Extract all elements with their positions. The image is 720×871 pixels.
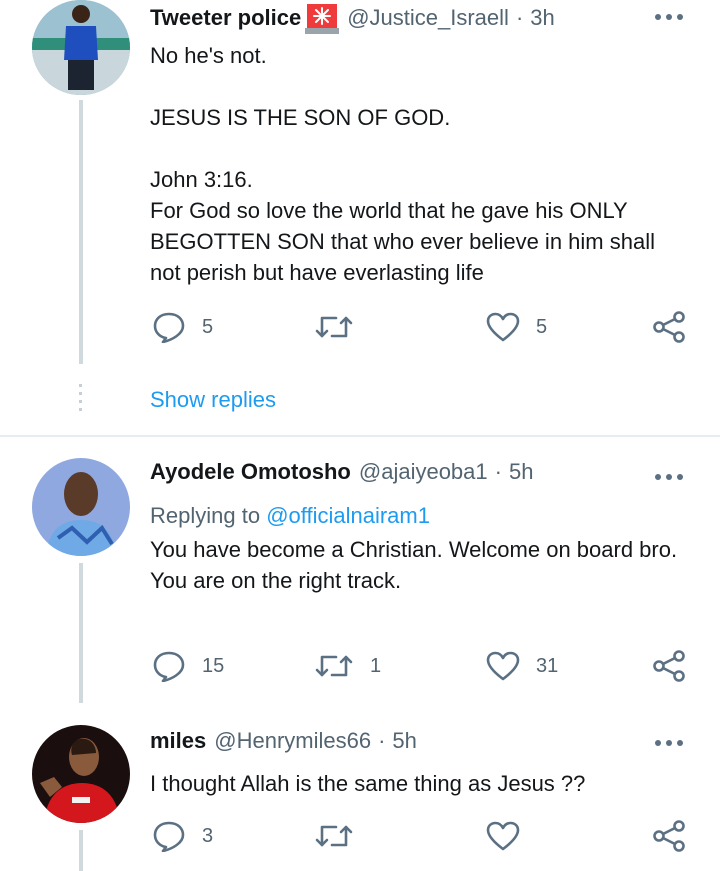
retweet-count: 1 — [370, 654, 382, 677]
tweet-time[interactable]: 3h — [530, 5, 554, 31]
avatar[interactable] — [32, 0, 130, 95]
reply-button[interactable]: 3 — [152, 820, 213, 852]
reply-count: 15 — [202, 654, 225, 677]
tweet-time[interactable]: 5h — [392, 728, 416, 754]
share-icon — [653, 650, 685, 682]
divider — [0, 435, 720, 437]
avatar[interactable] — [32, 725, 130, 823]
tweet-text: No he's not. JESUS IS THE SON OF GOD. Jo… — [150, 43, 655, 285]
tweet-header: Ayodele Omotosho @ajaiyeoba1 · 5h — [150, 459, 533, 485]
rotating-light-icon — [305, 4, 340, 34]
tweet-text: You have become a Christian. Welcome on … — [150, 537, 678, 593]
reply-icon — [153, 651, 185, 682]
avatar[interactable] — [32, 458, 130, 556]
retweet-button[interactable] — [314, 821, 370, 851]
separator-dot: · — [494, 459, 502, 484]
share-icon — [653, 311, 685, 343]
separator-dot: · — [515, 5, 524, 30]
display-name[interactable]: Tweeter police — [150, 5, 301, 31]
user-photo-icon — [32, 0, 130, 95]
retweet-icon — [315, 655, 353, 677]
reply-count: 5 — [202, 315, 214, 338]
replying-to: Replying to @officialnairam1 — [150, 503, 430, 529]
retweet-icon — [315, 825, 353, 847]
like-count: 5 — [536, 315, 548, 338]
like-button[interactable] — [486, 821, 536, 851]
like-button[interactable]: 31 — [486, 651, 558, 681]
more-options-icon[interactable] — [655, 740, 683, 746]
thread-line — [79, 100, 83, 364]
retweet-button[interactable] — [314, 312, 370, 342]
separator-dot: · — [378, 728, 386, 753]
share-button[interactable] — [652, 819, 686, 853]
tweet-header: Tweeter police @Justice_Israell · 3h — [150, 4, 555, 34]
more-options-icon[interactable] — [655, 474, 683, 480]
reply-icon — [153, 312, 185, 343]
more-options-icon[interactable] — [655, 14, 683, 20]
replying-to-link[interactable]: @officialnairam1 — [266, 503, 430, 528]
retweet-button[interactable]: 1 — [314, 651, 381, 681]
like-button[interactable]: 5 — [486, 312, 547, 342]
thread-line — [79, 563, 83, 703]
more-replies-indicator — [79, 384, 82, 416]
user-handle[interactable]: @Justice_Israell — [347, 5, 509, 31]
tweet-text: I thought Allah is the same thing as Jes… — [150, 771, 586, 796]
share-icon — [653, 820, 685, 852]
reply-button[interactable]: 5 — [152, 311, 213, 343]
share-button[interactable] — [652, 310, 686, 344]
show-replies-link[interactable]: Show replies — [150, 387, 276, 413]
tweet-time[interactable]: 5h — [509, 459, 533, 485]
reply-count: 3 — [202, 824, 214, 847]
user-photo-icon — [32, 458, 130, 556]
heart-icon — [486, 651, 520, 681]
user-handle[interactable]: @Henrymiles66 — [214, 728, 371, 754]
replying-prefix: Replying to — [150, 503, 261, 528]
like-count: 31 — [536, 654, 559, 677]
heart-icon — [486, 312, 520, 342]
tweet-header: miles @Henrymiles66 · 5h — [150, 728, 417, 754]
user-photo-icon — [32, 725, 130, 823]
retweet-icon — [315, 316, 353, 338]
user-handle[interactable]: @ajaiyeoba1 — [359, 459, 488, 485]
display-name[interactable]: Ayodele Omotosho — [150, 459, 351, 485]
display-name[interactable]: miles — [150, 728, 206, 754]
reply-icon — [153, 821, 185, 852]
heart-icon — [486, 821, 520, 851]
reply-button[interactable]: 15 — [152, 650, 224, 682]
thread-line — [79, 830, 83, 871]
share-button[interactable] — [652, 649, 686, 683]
